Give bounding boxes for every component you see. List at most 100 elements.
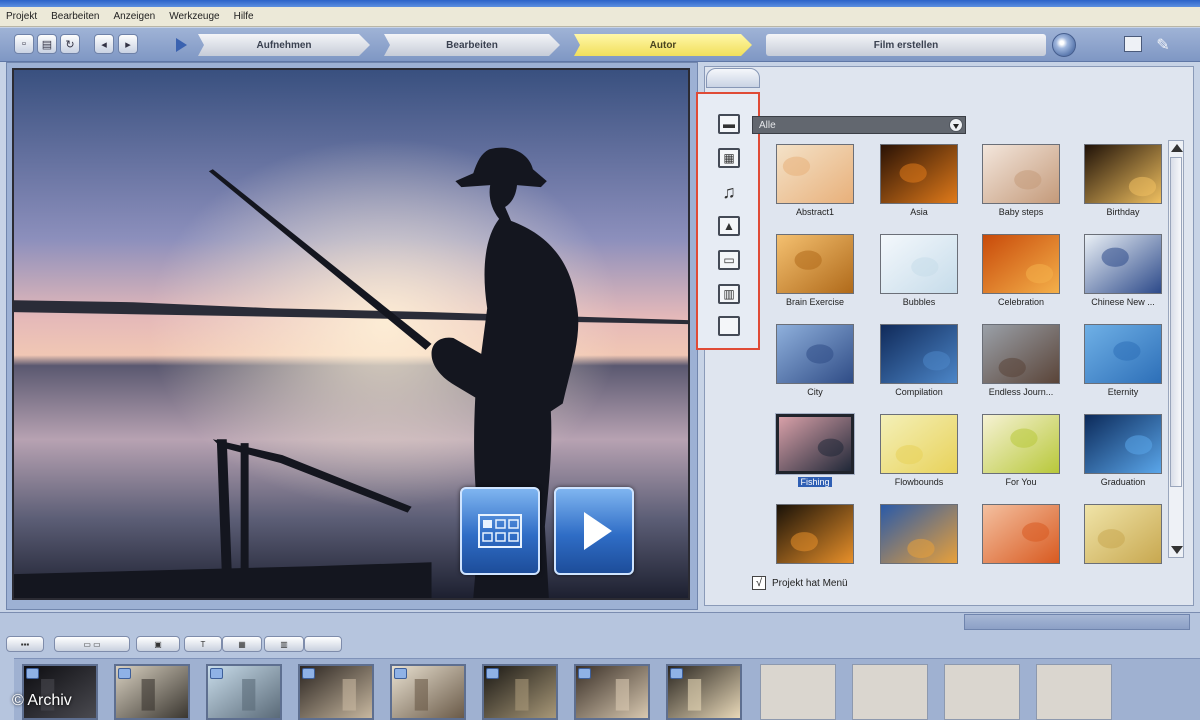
theme-preview-image — [982, 414, 1060, 474]
scene-clip[interactable] — [206, 664, 282, 720]
empty-scene-slot[interactable] — [852, 664, 928, 720]
scene-type-icon — [26, 668, 39, 679]
empty-scene-slot[interactable] — [1036, 664, 1112, 720]
scene-type-icon — [302, 668, 315, 679]
theme-label: Abstract1 — [795, 207, 835, 217]
theme-preview-image — [880, 504, 958, 564]
menu-item-hilfe[interactable]: Hilfe — [234, 11, 254, 22]
redo-icon[interactable]: ▸ — [118, 34, 138, 54]
theme-preview-image — [880, 324, 958, 384]
theme-thumbnail[interactable]: Birthday — [1084, 144, 1162, 217]
theme-thumbnail[interactable]: Chinese New ... — [1084, 234, 1162, 307]
step-film-erstellen[interactable]: Film erstellen — [766, 34, 1046, 56]
theme-preview-image — [982, 324, 1060, 384]
theme-thumbnail[interactable] — [776, 504, 854, 567]
menu-item-bearbeiten[interactable]: Bearbeiten — [51, 11, 99, 22]
main-toolbar: ▫ ▤ ↻ ◂ ▸ Aufnehmen Bearbeiten Autor Fil… — [0, 28, 1200, 62]
empty-scene-slot[interactable] — [944, 664, 1020, 720]
menu-item-projekt[interactable]: Projekt — [6, 11, 37, 22]
tools-icon[interactable]: ✎ — [1152, 35, 1174, 55]
theme-thumbnail[interactable]: Baby steps — [982, 144, 1060, 217]
theme-preview-image — [880, 144, 958, 204]
theme-label: For You — [1005, 477, 1037, 487]
scene-type-icon — [394, 668, 407, 679]
theme-thumbnail[interactable] — [1084, 504, 1162, 567]
step-bearbeiten[interactable]: Bearbeiten — [384, 34, 560, 56]
library-scrollbar[interactable] — [1168, 140, 1184, 558]
audio-track-button[interactable] — [304, 636, 342, 652]
workflow-arrow-icon — [176, 38, 187, 52]
scene-clip[interactable] — [666, 664, 742, 720]
scroll-up-icon[interactable] — [1171, 144, 1183, 152]
scene-type-icon — [578, 668, 591, 679]
menu-item-anzeigen[interactable]: Anzeigen — [114, 11, 156, 22]
timeline-view-button[interactable]: ▭ ▭ — [54, 636, 130, 652]
theme-label: City — [807, 387, 823, 397]
theme-preview-image — [880, 414, 958, 474]
watermark: © Archiv — [12, 692, 72, 709]
effect-track-button[interactable]: ▦ — [222, 636, 262, 652]
theme-label: Chinese New ... — [1091, 297, 1155, 307]
window-layout-icon[interactable] — [1124, 36, 1142, 52]
new-project-icon[interactable]: ▫ — [14, 34, 34, 54]
theme-thumbnail[interactable]: Bubbles — [880, 234, 958, 307]
library-tab[interactable] — [706, 68, 760, 88]
video-icon[interactable]: ▬ — [718, 114, 740, 134]
theme-thumbnail[interactable]: Endless Journ... — [982, 324, 1060, 397]
theme-label: Celebration — [997, 297, 1045, 307]
theme-label: Baby steps — [998, 207, 1044, 217]
menu-item-werkzeuge[interactable]: Werkzeuge — [169, 11, 219, 22]
play-button[interactable] — [554, 487, 634, 575]
scene-view-button[interactable]: ▪▪▪ — [6, 636, 44, 652]
scene-clip[interactable] — [574, 664, 650, 720]
chevron-down-icon[interactable] — [949, 118, 963, 132]
category-dropdown[interactable]: Alle — [752, 116, 966, 134]
chapter-menu-button[interactable] — [460, 487, 540, 575]
menu-template-icon[interactable]: ▥ — [718, 284, 740, 304]
open-project-icon[interactable]: ▤ — [37, 34, 57, 54]
theme-thumbnail[interactable]: Flowbounds — [880, 414, 958, 487]
scene-clip[interactable] — [298, 664, 374, 720]
theme-thumbnail[interactable]: City — [776, 324, 854, 397]
theme-preview-image — [776, 234, 854, 294]
theme-thumbnail[interactable]: Fishing — [775, 413, 855, 487]
music-icon[interactable]: ♫ — [718, 182, 740, 202]
scene-type-icon — [486, 668, 499, 679]
theme-thumbnail[interactable]: Brain Exercise — [776, 234, 854, 307]
step-autor[interactable]: Autor — [574, 34, 752, 56]
theme-thumbnail[interactable]: Eternity — [1084, 324, 1162, 397]
theme-thumbnail[interactable]: For You — [982, 414, 1060, 487]
project-has-menu-checkbox[interactable]: √ — [752, 576, 766, 590]
scroll-down-icon[interactable] — [1171, 546, 1183, 554]
theme-thumbnail[interactable]: Asia — [880, 144, 958, 217]
scene-type-icon — [118, 668, 131, 679]
scene-clip[interactable] — [482, 664, 558, 720]
theme-thumbnail[interactable]: Compilation — [880, 324, 958, 397]
scene-clip[interactable] — [114, 664, 190, 720]
theme-label: Endless Journ... — [988, 387, 1054, 397]
undo-icon[interactable]: ◂ — [94, 34, 114, 54]
theme-label: Flowbounds — [894, 477, 944, 487]
scroll-thumb[interactable] — [1170, 157, 1182, 487]
video-track-button[interactable]: ▣ — [136, 636, 180, 652]
title-icon[interactable]: ▭ — [718, 250, 740, 270]
save-project-icon[interactable]: ↻ — [60, 34, 80, 54]
theme-thumbnail[interactable]: Abstract1 — [776, 144, 854, 217]
photo-icon[interactable]: ▲ — [718, 216, 740, 236]
theme-thumbnail[interactable] — [982, 504, 1060, 567]
empty-scene-slot[interactable] — [760, 664, 836, 720]
step-aufnehmen[interactable]: Aufnehmen — [198, 34, 370, 56]
theme-thumbnail[interactable]: Graduation — [1084, 414, 1162, 487]
theme-preview-image — [1084, 324, 1162, 384]
theme-label: Fishing — [798, 477, 832, 487]
scene-clip[interactable] — [390, 664, 466, 720]
blank-frame-icon[interactable] — [718, 316, 740, 336]
film-icon[interactable]: ▦ — [718, 148, 740, 168]
theme-thumbnail[interactable]: Celebration — [982, 234, 1060, 307]
theme-thumbnail[interactable] — [880, 504, 958, 567]
timeline-scrollbar[interactable] — [964, 614, 1190, 630]
disc-icon[interactable] — [1052, 33, 1076, 57]
menu-track-button[interactable]: ▥ — [264, 636, 304, 652]
title-track-button[interactable]: T — [184, 636, 222, 652]
theme-label: Asia — [910, 207, 928, 217]
